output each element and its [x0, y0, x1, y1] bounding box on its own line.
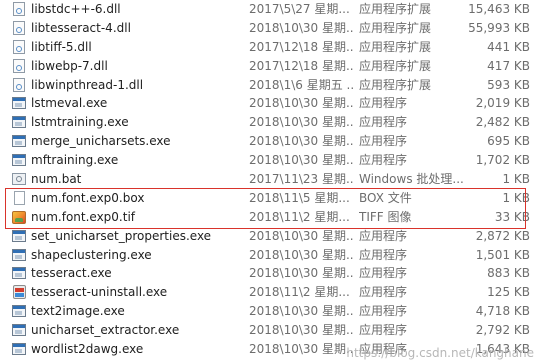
- file-date: 2017\12\18 星期...: [249, 39, 354, 54]
- file-name: lstmtraining.exe: [31, 115, 129, 130]
- dll-file-icon: [12, 39, 26, 54]
- exe-file-icon: [12, 134, 26, 148]
- file-row[interactable]: libwinpthread-1.dll 2018\1\6 星期五 ... 应用程序扩…: [0, 76, 554, 95]
- file-row[interactable]: merge_unicharsets.exe 2018\10\30 星期... 应用程…: [0, 132, 554, 151]
- file-row[interactable]: num.font.exp0.tif 2018\11\2 星期... TIFF 图像 3…: [0, 208, 554, 227]
- file-row[interactable]: set_unicharset_properties.exe 2018\10\30 …: [0, 227, 554, 246]
- file-name: libstdc++-6.dll: [31, 2, 121, 16]
- file-size: 1 KB: [502, 190, 530, 205]
- exe-file-icon: [12, 342, 26, 356]
- exe-file-icon: [12, 153, 26, 167]
- file-row[interactable]: unicharset_extractor.exe 2018\10\30 星期...…: [0, 321, 554, 340]
- file-date: 2018\10\30 星期...: [249, 153, 354, 168]
- file-row[interactable]: lstmeval.exe 2018\10\30 星期... 应用程序 2,019 KB: [0, 94, 554, 113]
- exe-file-icon: [12, 115, 26, 129]
- blank-file-icon: [12, 190, 26, 205]
- image-file-icon: [12, 210, 26, 224]
- file-date: 2017\12\18 星期...: [249, 58, 354, 73]
- file-name: wordlist2dawg.exe: [31, 342, 144, 357]
- file-size: 125 KB: [487, 285, 530, 300]
- file-size: 695 KB: [487, 134, 530, 149]
- dll-file-icon: [12, 2, 26, 16]
- file-date: 2018\11\5 星期...: [249, 190, 350, 205]
- file-name: shapeclustering.exe: [31, 247, 152, 262]
- exe-file-icon: [12, 248, 26, 262]
- file-row[interactable]: tesseract-uninstall.exe 2018\11\2 星期... 应用…: [0, 283, 554, 302]
- file-date: 2018\10\30 星期...: [249, 20, 354, 35]
- file-size: 33 KB: [494, 209, 530, 224]
- file-size: 417 KB: [487, 58, 530, 73]
- file-name: libtesseract-4.dll: [31, 20, 131, 35]
- file-row[interactable]: libstdc++-6.dll 2017\5\27 星期... 应用程序扩展 15,4…: [0, 0, 554, 19]
- file-name: unicharset_extractor.exe: [31, 323, 180, 338]
- file-size: 1,501 KB: [475, 247, 530, 262]
- file-row[interactable]: lstmtraining.exe 2018\10\30 星期... 应用程序 2,48…: [0, 113, 554, 132]
- dll-file-icon: [12, 20, 26, 35]
- file-row[interactable]: libtiff-5.dll 2017\12\18 星期... 应用程序扩展 441 K…: [0, 38, 554, 57]
- file-date: 2017\5\27 星期...: [249, 2, 350, 16]
- file-row[interactable]: num.bat 2017\11\23 星期... Windows 批处理... 1 K…: [0, 170, 554, 189]
- file-name: mftraining.exe: [31, 153, 119, 168]
- file-name: libwinpthread-1.dll: [31, 77, 144, 92]
- file-date: 2018\10\30 星期...: [249, 304, 354, 319]
- file-size: 55,993 KB: [468, 20, 530, 35]
- watermark: https://blog.csdn.net/kanghane: [346, 346, 534, 360]
- file-row[interactable]: shapeclustering.exe 2018\10\30 星期... 应用程序 1…: [0, 246, 554, 265]
- uninstaller-icon: [12, 285, 26, 300]
- file-date: 2018\10\30 星期...: [249, 266, 354, 281]
- file-date: 2018\10\30 星期...: [249, 115, 354, 130]
- file-row[interactable]: libwebp-7.dll 2017\12\18 星期... 应用程序扩展 417 K…: [0, 57, 554, 76]
- file-row[interactable]: mftraining.exe 2018\10\30 星期... 应用程序 1,702 …: [0, 151, 554, 170]
- file-date: 2018\10\30 星期...: [249, 134, 354, 149]
- file-name: text2image.exe: [31, 304, 125, 319]
- file-size: 593 KB: [487, 77, 530, 92]
- file-name: num.font.exp0.tif: [31, 209, 136, 224]
- file-date: 2018\11\2 星期...: [249, 209, 350, 224]
- file-size: 2,019 KB: [475, 96, 530, 111]
- file-row[interactable]: num.font.exp0.box 2018\11\5 星期... BOX 文件 1 …: [0, 189, 554, 208]
- file-date: 2018\11\2 星期...: [249, 285, 350, 300]
- file-size: 2,792 KB: [475, 323, 530, 338]
- file-size: 2,872 KB: [475, 228, 530, 243]
- file-name: merge_unicharsets.exe: [31, 134, 171, 149]
- file-date: 2018\1\6 星期五 ...: [249, 77, 354, 92]
- exe-file-icon: [12, 304, 26, 318]
- file-list: libstdc++-6.dll 2017\5\27 星期... 应用程序扩展 15,4…: [0, 0, 554, 359]
- file-size: 4,718 KB: [475, 304, 530, 319]
- file-date: 2018\10\30 星期...: [249, 228, 354, 243]
- file-date: 2017\11\23 星期...: [249, 172, 354, 187]
- exe-file-icon: [12, 323, 26, 337]
- exe-file-icon: [12, 96, 26, 110]
- file-name: set_unicharset_properties.exe: [31, 228, 212, 243]
- file-name: libwebp-7.dll: [31, 58, 108, 73]
- file-name: num.font.exp0.box: [31, 190, 145, 205]
- file-size: 1 KB: [502, 172, 530, 187]
- file-row[interactable]: text2image.exe 2018\10\30 星期... 应用程序 4,718 …: [0, 302, 554, 321]
- file-date: 2018\10\30 星期...: [249, 247, 354, 262]
- file-row[interactable]: libtesseract-4.dll 2018\10\30 星期... 应用程序扩展…: [0, 19, 554, 38]
- dll-file-icon: [12, 58, 26, 73]
- file-name: tesseract.exe: [31, 266, 112, 281]
- file-name: libtiff-5.dll: [31, 39, 92, 54]
- dll-file-icon: [12, 77, 26, 92]
- file-row[interactable]: tesseract.exe 2018\10\30 星期... 应用程序 883 KB: [0, 264, 554, 283]
- exe-file-icon: [12, 229, 26, 243]
- file-size: 15,463 KB: [468, 2, 530, 16]
- file-size: 2,482 KB: [475, 115, 530, 130]
- file-size: 1,702 KB: [475, 153, 530, 168]
- file-size: 441 KB: [487, 39, 530, 54]
- file-date: 2018\10\30 星期...: [249, 323, 354, 338]
- file-name: tesseract-uninstall.exe: [31, 285, 168, 300]
- exe-file-icon: [12, 266, 26, 280]
- batch-file-icon: [12, 172, 26, 186]
- file-name: lstmeval.exe: [31, 96, 108, 111]
- file-size: 883 KB: [487, 266, 530, 281]
- file-date: 2018\10\30 星期...: [249, 96, 354, 111]
- file-name: num.bat: [31, 172, 82, 187]
- file-date: 2018\10\30 星期...: [249, 342, 354, 357]
